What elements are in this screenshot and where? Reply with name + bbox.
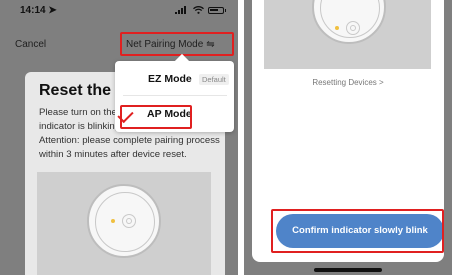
highlight-net-pairing-mode xyxy=(120,32,234,56)
resetting-devices-link[interactable]: Resetting Devices > xyxy=(252,78,444,87)
instruction-line: within 3 minutes after device reset. xyxy=(39,149,187,160)
status-time: 14:14 ➤ xyxy=(20,5,57,16)
device-illustration xyxy=(37,172,211,275)
indicator-led xyxy=(111,219,115,223)
signal-icon xyxy=(175,6,189,14)
status-bar: 14:14 ➤ xyxy=(0,0,238,22)
instruction-line: Attention: please complete pairing proce… xyxy=(39,135,220,146)
home-indicator xyxy=(314,268,382,272)
option-label: EZ Mode xyxy=(148,73,192,85)
left-screen: 14:14 ➤ Cancel Net Pairing Mode ⇋ Reset … xyxy=(0,0,238,275)
reset-button-icon xyxy=(346,21,360,35)
reset-button-icon xyxy=(122,214,136,228)
instruction-line: indicator is blinking xyxy=(39,121,121,132)
default-badge: Default xyxy=(199,74,229,85)
status-icons xyxy=(175,6,226,14)
right-screen: Resetting Devices > Confirm indicator sl… xyxy=(244,0,452,275)
device-illustration xyxy=(264,0,431,69)
highlight-ap-mode xyxy=(120,105,192,129)
menu-divider xyxy=(123,95,227,96)
battery-icon xyxy=(208,6,226,14)
indicator-led xyxy=(335,26,339,30)
wifi-icon xyxy=(193,6,204,14)
cancel-button[interactable]: Cancel xyxy=(15,39,46,50)
reset-sheet: Resetting Devices > Confirm indicator sl… xyxy=(252,0,444,262)
instruction-line: Please turn on the d xyxy=(39,107,125,118)
device-image xyxy=(87,184,161,258)
device-image xyxy=(312,0,386,44)
menu-option-ez-mode[interactable]: EZ Mode Default xyxy=(115,61,234,94)
highlight-confirm-button xyxy=(271,209,444,253)
